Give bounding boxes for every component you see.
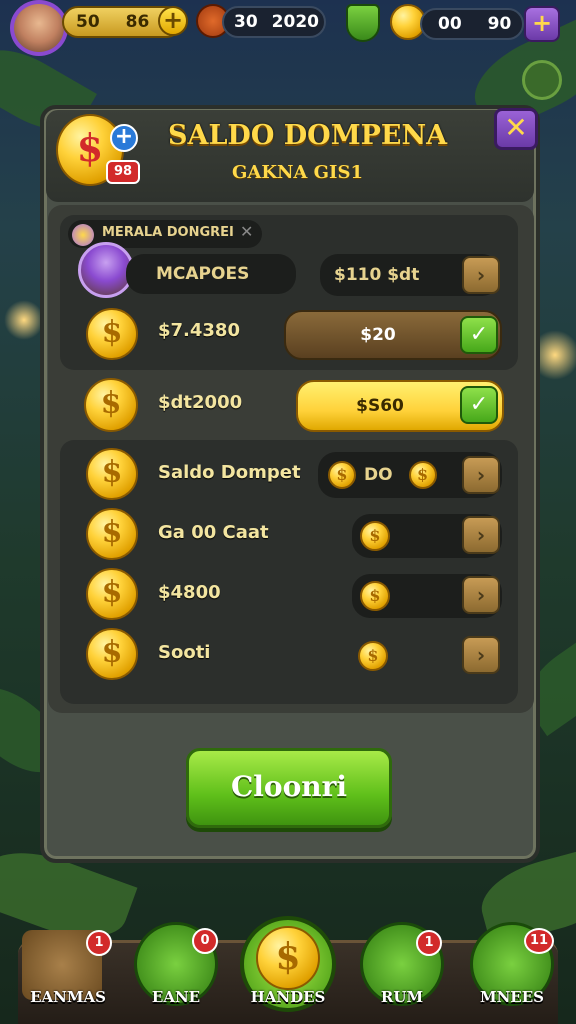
add-icon[interactable]: + xyxy=(110,124,138,152)
row-6-label: Sooti xyxy=(158,642,211,663)
row-1-check-button[interactable]: ✓ xyxy=(460,316,498,354)
nav-more-badge: 11 xyxy=(524,928,554,954)
currency-value: 30 xyxy=(234,12,258,32)
row-1-label: $7.4380 xyxy=(158,320,240,341)
currency-bar: 30 2020 xyxy=(222,6,326,38)
nav-room-label: RUM xyxy=(380,988,424,1006)
small-coin-icon: $ xyxy=(358,641,388,671)
swirl-icon xyxy=(72,224,94,246)
row-4-arrow-button[interactable]: › xyxy=(462,516,500,554)
add-gems-button[interactable]: + xyxy=(524,6,560,42)
row-2-value: $S60 xyxy=(356,396,404,416)
nav-cards-badge: 1 xyxy=(86,930,112,956)
player-stat-2: 86 xyxy=(125,12,150,32)
panel-title: SALDO DOMPENA xyxy=(168,120,448,151)
nav-home-label: HANDES xyxy=(250,988,326,1006)
row-5-arrow-button[interactable]: › xyxy=(462,576,500,614)
row-0-label: MCAPOES xyxy=(156,264,250,284)
row-2-coin-icon: $ xyxy=(84,378,138,432)
small-coin-icon: $ xyxy=(360,581,390,611)
row-3-arrow-button[interactable]: › xyxy=(462,456,500,494)
currency-value-2: 2020 xyxy=(271,12,319,32)
gem-value-2: 90 xyxy=(487,14,512,34)
row-2-label: $dt2000 xyxy=(158,392,243,413)
nav-game-badge: 0 xyxy=(192,928,218,954)
nav-more-label: MNEES xyxy=(479,988,544,1006)
row-6-coin-icon: $ xyxy=(86,628,138,680)
player-stat-1: 50 xyxy=(76,12,100,32)
row-4-coin-icon: $ xyxy=(86,508,138,560)
gem-value-1: 00 xyxy=(438,14,462,34)
row-0-arrow-button[interactable]: › xyxy=(462,256,500,294)
header-badge: 98 xyxy=(106,160,140,184)
add-coins-button[interactable]: + xyxy=(158,6,188,36)
lantern-glow xyxy=(4,300,44,340)
row-0-value: $110 $dt xyxy=(334,265,420,285)
nav-room-badge: 1 xyxy=(416,930,442,956)
row-5-label: $4800 xyxy=(158,582,221,603)
small-coin-icon: $ xyxy=(360,521,390,551)
panel-subtitle: GAKNA GIS1 xyxy=(232,162,363,183)
section-label: MERALA DONGREI xyxy=(102,225,234,240)
nav-home-coin-icon: $ xyxy=(256,926,320,990)
row-4-label: Ga 00 Caat xyxy=(158,522,269,543)
close-button[interactable]: ✕ xyxy=(494,108,538,150)
small-coin-icon: $ xyxy=(328,461,356,489)
gem-bar: 00 90 xyxy=(420,8,524,40)
row-0-name: MCAPOES xyxy=(126,254,296,294)
row-5-coin-icon: $ xyxy=(86,568,138,620)
player-avatar[interactable] xyxy=(10,0,68,56)
shield-icon[interactable] xyxy=(346,4,380,42)
confirm-button[interactable]: Cloonri xyxy=(186,748,392,828)
row-3-value: DO xyxy=(364,465,393,485)
row-1-coin-icon: $ xyxy=(86,308,138,360)
row-6-arrow-button[interactable]: › xyxy=(462,636,500,674)
section-close-icon[interactable]: ✕ xyxy=(240,222,253,241)
row-1-value: $20 xyxy=(360,325,396,345)
row-3-label: Saldo Dompet xyxy=(158,462,301,483)
row-3-coin-icon: $ xyxy=(86,448,138,500)
nav-cards-label: EANMAS xyxy=(30,988,106,1006)
map-icon[interactable] xyxy=(522,60,562,100)
row-2-check-button[interactable]: ✓ xyxy=(460,386,498,424)
nav-game-label: EANE xyxy=(151,988,201,1006)
small-coin-icon: $ xyxy=(408,461,437,489)
